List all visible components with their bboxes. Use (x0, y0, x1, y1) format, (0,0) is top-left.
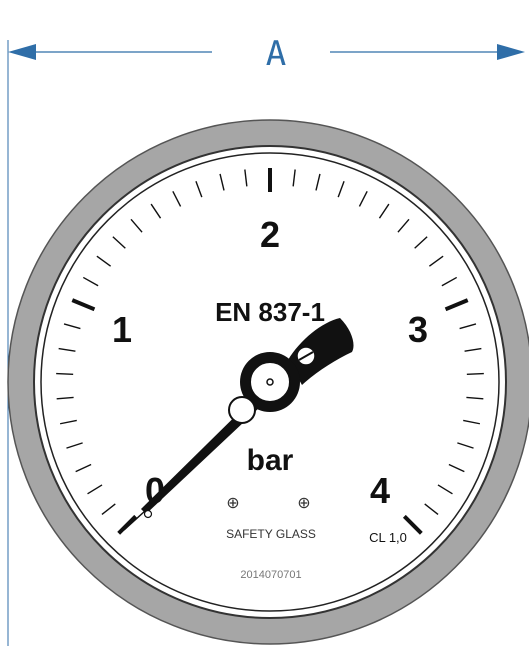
scale-label-4: 4 (370, 470, 390, 511)
scale-label-3: 3 (408, 309, 428, 350)
safety-glass-label: SAFETY GLASS (226, 527, 316, 541)
pointer-hub-center-icon (266, 378, 274, 386)
pressure-gauge-diagram: A 0 1 2 3 4 EN 837-1 bar ⊕ ⊕ SAFETY GLAS… (7, 34, 529, 646)
minor-tick (466, 372, 484, 375)
dimension-label: A (266, 34, 286, 74)
standard-label: EN 837-1 (215, 297, 325, 327)
scale-label-1: 1 (112, 309, 132, 350)
unit-label: bar (247, 444, 294, 477)
dimension-arrow-right-icon (497, 44, 525, 60)
dimension-arrow-left-icon (8, 44, 36, 60)
scale-label-2: 2 (260, 214, 280, 255)
minor-tick (56, 372, 74, 375)
pointer-counterweight-knob (228, 396, 256, 424)
safety-symbol-left-icon: ⊕ (226, 495, 239, 512)
safety-symbol-right-icon: ⊕ (297, 495, 310, 512)
accuracy-class-label: CL 1,0 (369, 530, 407, 545)
serial-number-label: 2014070701 (240, 569, 301, 581)
zero-stop-pin-icon (143, 509, 153, 519)
